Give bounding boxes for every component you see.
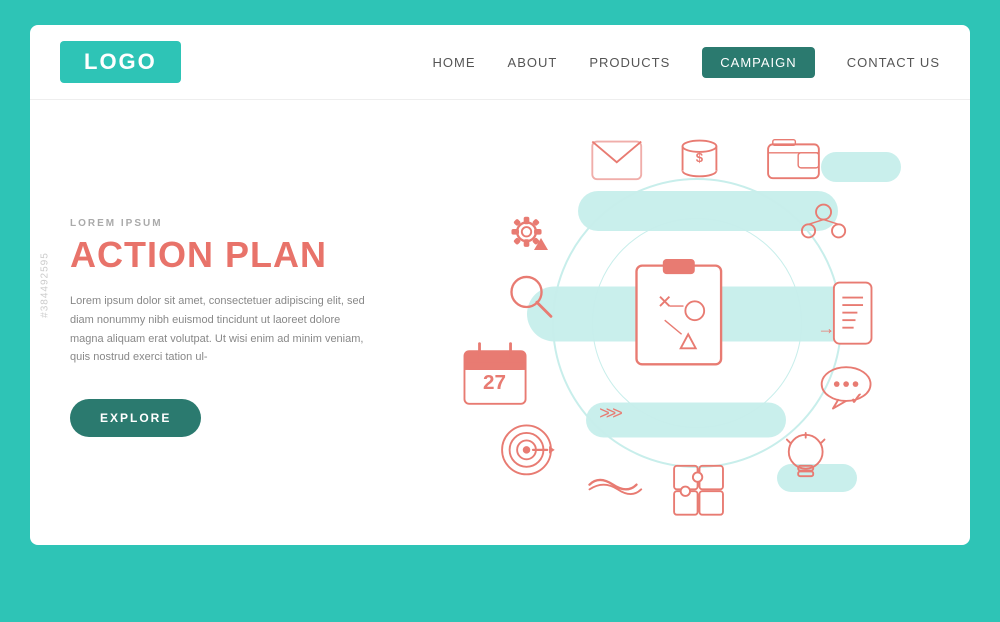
hero-body: Lorem ipsum dolor sit amet, consectetuer… [70, 292, 370, 367]
email-icon [592, 142, 641, 180]
main-container: LOGO HOME ABOUT PRODUCTS CAMPAIGN CONTAC… [30, 25, 970, 545]
gear-icon [511, 217, 541, 247]
hero-left: LOREM IPSUM ACTION PLAN Lorem ipsum dolo… [30, 100, 425, 545]
hero-right: × + >>> → ✓ $ [425, 100, 970, 545]
nav-contact[interactable]: CONTACT US [847, 55, 940, 70]
puzzle-icon [674, 466, 723, 515]
nav-links: HOME ABOUT PRODUCTS CAMPAIGN CONTACT US [433, 47, 940, 78]
wallet-icon [768, 140, 819, 179]
hero-section: LOREM IPSUM ACTION PLAN Lorem ipsum dolo… [30, 100, 970, 545]
explore-button[interactable]: EXPLORE [70, 399, 201, 437]
chat-icon [821, 367, 870, 408]
logo[interactable]: LOGO [60, 41, 181, 83]
calendar-icon: 27 [464, 344, 525, 404]
magnifier-icon [511, 277, 550, 316]
people-icon [802, 205, 845, 238]
svg-text:27: 27 [483, 371, 506, 394]
hero-title: ACTION PLAN [70, 235, 385, 275]
bulb-icon [787, 433, 825, 476]
hero-subtitle: LOREM IPSUM [70, 218, 385, 229]
nav-about[interactable]: ABOUT [508, 55, 558, 70]
nav-home[interactable]: HOME [433, 55, 476, 70]
nav-campaign[interactable]: CAMPAIGN [702, 47, 814, 78]
target-icon [502, 425, 555, 474]
coin-icon: $ [682, 141, 716, 177]
navbar: LOGO HOME ABOUT PRODUCTS CAMPAIGN CONTAC… [30, 25, 970, 100]
svg-text:$: $ [696, 150, 704, 165]
nav-products[interactable]: PRODUCTS [589, 55, 670, 70]
center-clipboard [636, 259, 721, 364]
handshake-icon [589, 480, 641, 494]
illustration-svg: $ [425, 100, 970, 545]
phone-icon [834, 283, 872, 344]
